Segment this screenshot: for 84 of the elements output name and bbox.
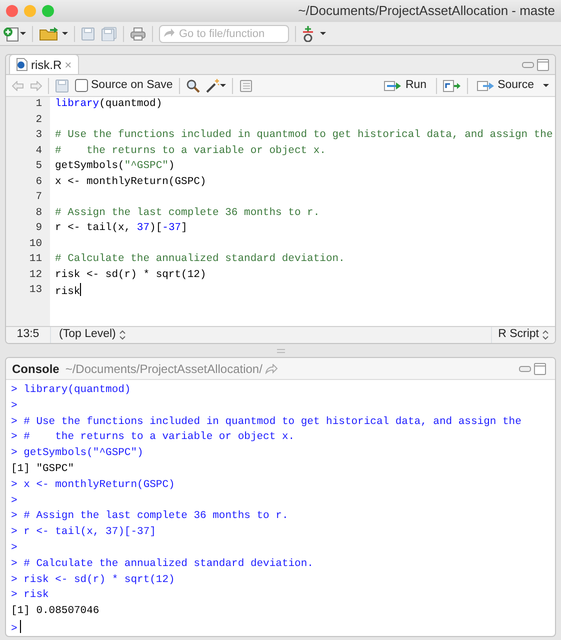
save-icon[interactable] xyxy=(81,26,95,40)
code-line: x <- monthlyReturn(GSPC) xyxy=(55,176,206,188)
console-output-line: [1] "GSPC" xyxy=(11,462,74,475)
code-line: r <- tail(x, 37)[-37] xyxy=(55,222,188,234)
code-line: risk <- sd(r) * sqrt(12) xyxy=(55,268,206,280)
line-number: 2 xyxy=(34,112,42,128)
console-input-line: > # the returns to a variable or object x. xyxy=(11,431,295,444)
new-file-icon[interactable] xyxy=(3,26,19,42)
code-line: # the returns to a variable or object x. xyxy=(55,144,326,156)
source-button[interactable]: Source xyxy=(474,76,537,94)
console-input-line: > getSymbols("^GSPC") xyxy=(11,447,144,460)
console-input-line: > r <- tail(x, 37)[-37] xyxy=(11,526,156,538)
back-arrow-icon[interactable] xyxy=(12,80,24,90)
run-icon xyxy=(384,80,402,92)
zoom-window-dot[interactable] xyxy=(42,5,54,17)
line-number: 10 xyxy=(28,236,42,252)
line-number: 9 xyxy=(34,221,42,236)
console-input-line: > # Use the functions included in quantmod to get historical data, and assign the xyxy=(11,416,522,428)
print-icon[interactable] xyxy=(130,26,146,40)
console-input-line: > xyxy=(11,622,18,635)
line-number: 3 xyxy=(34,128,42,143)
console-input-line: > xyxy=(11,494,18,507)
cursor-position: 13:5 xyxy=(16,328,40,340)
share-arrow-icon[interactable] xyxy=(265,364,278,374)
code-line: # Use the functions included in quantmod to get historical data, and assign the xyxy=(55,129,553,141)
up-down-icon xyxy=(118,330,126,340)
line-number: 11 xyxy=(28,252,42,267)
console-input-line: > x <- monthlyReturn(GSPC) xyxy=(11,478,175,491)
code-line: # Calculate the annualized standard deviation. xyxy=(55,253,345,265)
line-number: 8 xyxy=(34,206,42,220)
r-file-icon xyxy=(16,58,28,71)
console-input-line: > # Assign the last complete 36 months to r. xyxy=(11,510,288,522)
console-output-line: [1] 0.08507046 xyxy=(11,605,100,618)
code-line: library(quantmod) xyxy=(55,98,162,110)
code-line: getSymbols("^GSPC") xyxy=(55,160,175,172)
caret-icon[interactable] xyxy=(543,84,549,87)
arrow-icon xyxy=(163,28,175,38)
minimize-window-dot[interactable] xyxy=(24,5,36,17)
line-number: 7 xyxy=(34,190,42,205)
console-input-line: > xyxy=(11,542,18,554)
minimize-pane-icon[interactable] xyxy=(519,366,531,372)
console-title: Console xyxy=(12,360,60,378)
line-number: 13 xyxy=(28,283,42,298)
close-window-dot[interactable] xyxy=(6,5,18,17)
source-icon xyxy=(476,80,495,92)
code-line: # Assign the last complete 36 months to r. xyxy=(55,206,320,218)
code-line: risk xyxy=(55,286,80,298)
caret-icon[interactable] xyxy=(62,32,68,35)
console-input-line: > risk <- sd(r) * sqrt(12) xyxy=(11,574,175,586)
rerun-icon[interactable] xyxy=(442,80,461,92)
search-icon[interactable] xyxy=(186,78,200,92)
console-input-line: > library(quantmod) xyxy=(11,384,131,396)
line-number: 6 xyxy=(34,174,42,190)
line-number: 4 xyxy=(34,144,42,158)
maximize-pane-icon[interactable] xyxy=(537,58,549,70)
caret-icon[interactable] xyxy=(20,32,26,35)
up-down-icon xyxy=(542,330,549,340)
maximize-pane-icon[interactable] xyxy=(534,362,546,374)
go-to-file-field[interactable]: Go to file/function xyxy=(159,25,289,43)
scope-selector[interactable]: (Top Level) xyxy=(50,327,129,343)
save-all-icon[interactable] xyxy=(101,26,117,40)
console-input-line: > risk xyxy=(11,589,49,602)
file-type-selector[interactable]: R Script xyxy=(491,327,555,343)
caret-icon[interactable] xyxy=(320,32,326,35)
console-input-line: > xyxy=(11,400,18,412)
source-on-save-label[interactable]: Source on Save xyxy=(91,76,173,94)
magic-wand-icon[interactable] xyxy=(206,78,220,92)
save-icon[interactable] xyxy=(55,78,69,92)
file-tab[interactable]: risk.R × xyxy=(9,55,79,74)
file-tab-label: risk.R xyxy=(31,56,62,74)
source-on-save-checkbox[interactable] xyxy=(75,79,88,92)
splitter-handle-icon[interactable] xyxy=(276,348,284,352)
notebook-icon[interactable] xyxy=(238,78,253,92)
line-number: 1 xyxy=(34,97,42,112)
minimize-pane-icon[interactable] xyxy=(522,62,534,68)
addins-icon[interactable] xyxy=(302,26,314,42)
window-title: ~/Documents/ProjectAssetAllocation - maste xyxy=(298,2,555,20)
forward-arrow-icon[interactable] xyxy=(30,80,42,90)
working-directory: ~/Documents/ProjectAssetAllocation/ xyxy=(65,360,262,378)
caret-icon[interactable] xyxy=(220,84,226,87)
run-button[interactable]: Run xyxy=(381,76,430,94)
line-number: 12 xyxy=(28,268,42,282)
line-number: 5 xyxy=(34,159,42,174)
console-input-line: > # Calculate the annualized standard deviation. xyxy=(11,558,314,570)
